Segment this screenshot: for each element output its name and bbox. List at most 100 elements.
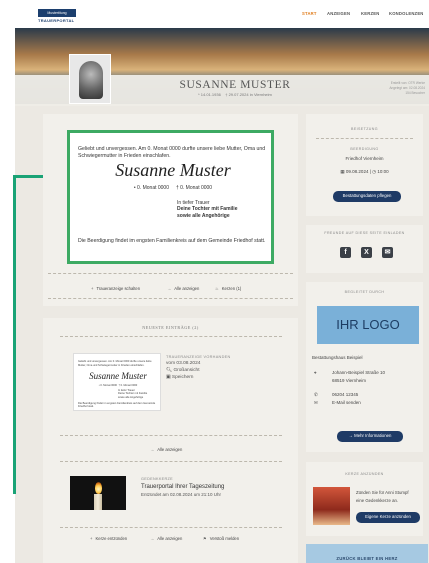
brand-logo[interactable]: Mustertitung (38, 9, 76, 17)
nav-kerzen[interactable]: KERZEN (361, 11, 379, 16)
candle-text-1: Zünden Sie für Anni Stumpf (356, 490, 409, 495)
save-link[interactable]: ▣ Speichern (166, 375, 193, 382)
divider (60, 435, 282, 436)
teaser-text: ZURÜCK BLEIBT EIN HERZ (336, 556, 398, 561)
notice-intro: Geliebt und unvergessen. Am 0. Monat 000… (78, 146, 266, 159)
arrow-right-icon: → (167, 286, 172, 291)
more-info-button[interactable]: → Mehr Informationen (337, 431, 403, 442)
thumb-died: † 0. Monat 0000 (118, 384, 138, 387)
entry1-caption: TRAUERANZEIGE VORHANDEN (166, 355, 231, 359)
notice-dates: • 0. Monat 0000 † 0. Monat 0000 (78, 185, 268, 191)
entry2-date: Entzündet am 02.08.2024 um 21:10 Uhr (141, 492, 222, 497)
entry2-title[interactable]: Trauerportal Ihrer Tageszeitung (141, 484, 224, 491)
candle-text-2: eine Gedenkkerze an. (356, 498, 399, 503)
undertaker-name: Bestattungshaus Beispiel (312, 355, 363, 360)
burial-time: 10:00 (377, 169, 389, 174)
undertaker-street: Johann-Beispiel Straße 10 (332, 370, 386, 375)
candle-flame-icon (94, 482, 102, 494)
location-icon: ⌖ (314, 370, 317, 375)
life-dates: * 14.01.1936 † 29.07.2024 in Viernheim (150, 92, 320, 97)
facebook-icon[interactable]: f (340, 247, 351, 258)
share-caption: FREUNDE AUF DIESE SEITE EINLADEN (324, 231, 405, 235)
create-notice-label: Traueranzeige schalten (96, 286, 141, 291)
divider (48, 298, 293, 299)
death-date: † 29.07.2024 in Viernheim (225, 92, 272, 97)
undertaker-email[interactable]: E-Mail senden (332, 400, 361, 405)
candle-caption: KERZE ANZÜNDEN (345, 472, 384, 476)
more-info-label: Mehr Informationen (354, 433, 392, 438)
burial-place: Friedhof Viernheim (345, 156, 384, 161)
notice-born: • 0. Monat 0000 (133, 185, 169, 191)
burial-datetime: ▦ 09.08.2024 | ◷ 10:00 (340, 169, 389, 174)
divider (60, 527, 282, 528)
plus-icon: + (91, 286, 94, 291)
show-all-link[interactable]: → Alle anzeigen (167, 286, 199, 291)
page-meta: Erstellt von: OTR Werke Angelegt am: 02.… (355, 81, 425, 96)
email-icon: ✉ (314, 400, 318, 405)
undertaker-city: 68519 Viernheim (332, 378, 366, 383)
thumb-dates: • 0. Monat 0000 † 0. Monat 0000 (78, 384, 158, 387)
thumb-name: Susanne Muster (89, 371, 147, 381)
candle-image[interactable] (70, 476, 126, 510)
burial-date: 09.08.2024 (345, 169, 369, 174)
notice-name: Susanne Muster (115, 160, 231, 180)
recent-show-all-link[interactable]: → Alle anzeigen (150, 447, 182, 452)
arrow-right-icon: → (150, 447, 155, 452)
light-candle-link[interactable]: + Kerze entzünden (90, 536, 127, 541)
candle-stick (94, 494, 102, 510)
mail-icon[interactable]: ✉ (382, 247, 393, 258)
candle-thumbnail[interactable] (313, 487, 350, 525)
mourn-line-1: Deine Tochter mit Familie (177, 206, 238, 213)
thumb-intro: Geliebt und unvergessen. Am 0. Monat 000… (78, 360, 152, 367)
create-notice-link[interactable]: + Traueranzeige schalten (91, 286, 140, 291)
nav-kondolenzen[interactable]: KONDOLENZEN (389, 11, 424, 16)
phone-icon: ✆ (314, 392, 318, 397)
recent-show-all-2-link[interactable]: → Alle anzeigen (150, 536, 182, 541)
undertaker-phone[interactable]: 06204 12345 (332, 392, 358, 397)
mourn-line-2: sowie alle Angehörige (177, 212, 230, 219)
thumb-mourners: In tiefer Trauer Deine Tochter mit Famil… (118, 389, 147, 399)
report-link[interactable]: ⚑ Verstoß melden (203, 536, 239, 541)
nav-start[interactable]: START (302, 11, 317, 16)
flag-icon: ⚑ (203, 536, 207, 541)
burial-data-button[interactable]: Bestattungsdaten pflegen (333, 191, 401, 202)
notice-died: † 0. Monat 0000 (175, 185, 213, 191)
angel-statue-icon (79, 61, 103, 99)
divider (316, 138, 413, 139)
thumb-mourn-2: sowie alle Angehörige (118, 395, 144, 399)
light-candle-label: Kerze entzünden (95, 536, 128, 541)
portrait-photo[interactable] (69, 54, 111, 104)
burial-sub-caption: BEERDIGUNG (350, 147, 379, 151)
light-own-candle-button[interactable]: Eigene Kerze anzünden (356, 512, 420, 523)
meta-visitors: 154 Besucher (405, 91, 425, 95)
candle-icon: ♨ (215, 286, 219, 291)
thumb-born: • 0. Monat 0000 (98, 384, 117, 387)
divider (48, 273, 293, 274)
deceased-name: SUSANNE MUSTER (179, 79, 291, 91)
brand-name[interactable]: TRAUERPORTAL (38, 18, 74, 23)
save-label: Speichern (171, 375, 194, 380)
plus-icon: + (90, 536, 93, 541)
recent-show-all-2-label: Alle anzeigen (157, 536, 183, 541)
x-icon[interactable]: X (361, 247, 372, 258)
undertaker-logo[interactable]: IHR LOGO (317, 306, 419, 344)
undertaker-caption: BEGLEITET DURCH (344, 290, 385, 294)
report-label: Verstoß melden (209, 536, 240, 541)
notice-outro: Die Beerdigung findet im engsten Familie… (78, 238, 266, 244)
arrow-right-icon: → (150, 536, 155, 541)
recent-show-all-label: Alle anzeigen (157, 447, 183, 452)
nav-anzeigen[interactable]: ANZEIGEN (327, 11, 350, 16)
candles-link[interactable]: ♨ Kerzen (1) (215, 286, 241, 291)
entry1-date: vom 03.08.2024 (166, 361, 201, 366)
burial-caption: BEISETZUNG (351, 127, 378, 131)
zoom-label: Großansicht (173, 368, 200, 373)
show-all-label: Alle anzeigen (174, 286, 200, 291)
birth-date: * 14.01.1936 (198, 92, 221, 97)
divider (60, 336, 282, 337)
zoom-link[interactable]: 🔍︎ Großansicht (166, 368, 200, 375)
divider (60, 461, 282, 462)
thumb-outro: Die Beerdigung findet im engsten Familie… (78, 402, 156, 409)
notice-mourners: In tiefer Trauer Deine Tochter mit Famil… (177, 200, 237, 219)
entry2-caption: GEDENKKERZE (141, 477, 173, 481)
recent-entries-title: NEUESTE EINTRÄGE (2) (142, 325, 199, 330)
